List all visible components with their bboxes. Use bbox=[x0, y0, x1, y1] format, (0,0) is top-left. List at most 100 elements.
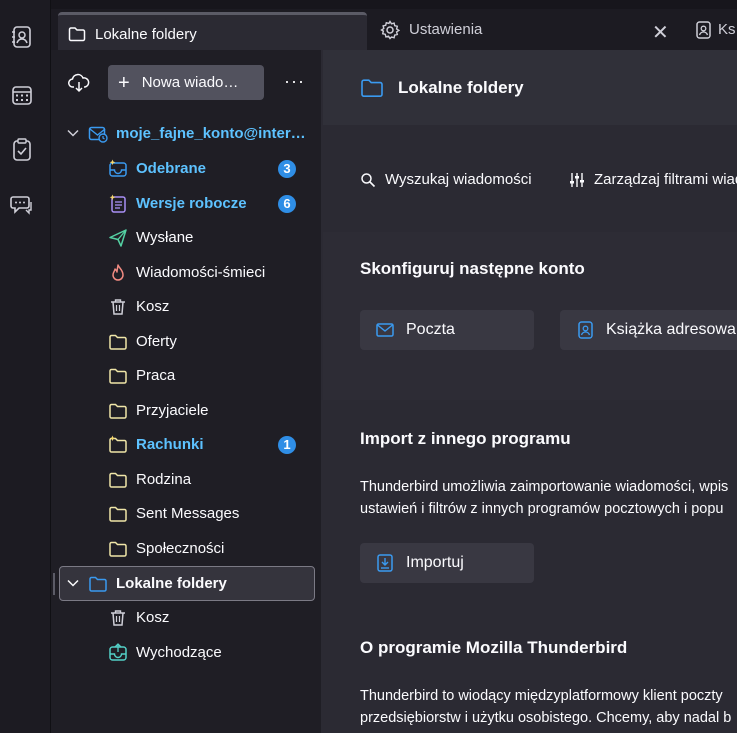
folder-label: Wiadomości-śmieci bbox=[136, 264, 266, 281]
gear-icon bbox=[380, 19, 400, 40]
search-icon bbox=[360, 172, 376, 188]
pane-scroll-indicator[interactable] bbox=[53, 573, 55, 595]
folder-icon bbox=[108, 435, 128, 455]
local-folder-trash[interactable]: Kosz bbox=[51, 601, 313, 634]
close-tab-icon[interactable]: ✕ bbox=[652, 23, 669, 43]
about-description-line1: Thunderbird to wiodący międzyplatformowy… bbox=[360, 688, 723, 704]
new-message-label: Nowa wiado… bbox=[141, 74, 239, 91]
address-book-icon bbox=[694, 20, 712, 40]
about-description-line2: przedsiębiorstw i użytku osobistego. Chc… bbox=[360, 710, 732, 726]
import-description-line2: ustawień i filtrów z innych programów po… bbox=[360, 501, 724, 517]
import-icon bbox=[376, 553, 394, 573]
account-central-header: Lokalne foldery bbox=[323, 50, 737, 125]
folder-icon bbox=[88, 574, 108, 594]
account-row[interactable]: moje_fajne_konto@inter… bbox=[51, 117, 313, 150]
account-central: Lokalne foldery Wyszukaj wiadomości Zarz… bbox=[323, 50, 737, 733]
tab-settings[interactable]: Ustawienia bbox=[380, 9, 482, 50]
folder-label: Przyjaciele bbox=[136, 402, 209, 419]
inbox-icon bbox=[108, 159, 128, 179]
import-description-line1: Thunderbird umożliwia zaimportowanie wia… bbox=[360, 479, 729, 495]
tab-local-folders[interactable]: Lokalne foldery bbox=[58, 12, 367, 53]
mail-icon bbox=[376, 322, 394, 338]
folder-drafts[interactable]: Wersje robocze 6 bbox=[51, 187, 313, 220]
chevron-down-icon[interactable] bbox=[66, 126, 80, 140]
import-label: Importuj bbox=[406, 554, 464, 571]
import-title: Import z innego programu bbox=[360, 429, 571, 448]
junk-icon bbox=[108, 263, 128, 283]
tasks-icon[interactable] bbox=[9, 137, 35, 163]
manage-filters-link[interactable]: Zarządzaj filtrami wiad bbox=[569, 171, 737, 188]
folder-label: Wychodzące bbox=[136, 644, 222, 661]
trash-icon bbox=[108, 608, 128, 628]
search-messages-label: Wyszukaj wiadomości bbox=[385, 171, 532, 188]
folder-label: Kosz bbox=[136, 298, 170, 315]
account-label: moje_fajne_konto@inter… bbox=[116, 125, 306, 142]
folder-label: Wysłane bbox=[136, 229, 194, 246]
folder-icon bbox=[108, 332, 128, 352]
setup-mail-button[interactable]: Poczta bbox=[360, 310, 534, 350]
spaces-toolbar bbox=[0, 0, 51, 733]
import-button[interactable]: Importuj bbox=[360, 543, 534, 583]
tab-label: Ks bbox=[718, 21, 736, 38]
folder-label: Społeczności bbox=[136, 540, 225, 557]
filter-icon bbox=[569, 172, 585, 188]
tab-label: Lokalne foldery bbox=[95, 25, 197, 43]
folder-label: Praca bbox=[136, 367, 176, 384]
new-message-button[interactable]: + Nowa wiado… bbox=[108, 65, 264, 100]
local-folders-row[interactable]: Lokalne foldery bbox=[59, 566, 315, 601]
folder-label: Kosz bbox=[136, 609, 170, 626]
setup-title: Skonfiguruj następne konto bbox=[360, 259, 585, 278]
folder-spolecznosci[interactable]: Społeczności bbox=[51, 532, 313, 565]
account-mail-icon bbox=[88, 124, 108, 144]
folder-label: Sent Messages bbox=[136, 505, 240, 522]
folder-junk[interactable]: Wiadomości-śmieci bbox=[51, 256, 313, 289]
folder-label: Wersje robocze bbox=[136, 195, 247, 212]
trash-icon bbox=[108, 297, 128, 317]
folder-label: Rodzina bbox=[136, 471, 192, 488]
folder-przyjaciele[interactable]: Przyjaciele bbox=[51, 394, 313, 427]
folder-label: Oferty bbox=[136, 333, 177, 350]
folder-rachunki[interactable]: Rachunki 1 bbox=[51, 428, 313, 461]
folder-rodzina[interactable]: Rodzina bbox=[51, 463, 313, 496]
about-title: O programie Mozilla Thunderbird bbox=[360, 638, 628, 657]
folder-icon bbox=[108, 539, 128, 559]
folder-label: Odebrane bbox=[136, 160, 207, 177]
calendar-icon[interactable] bbox=[9, 82, 35, 108]
folder-pane: + Nowa wiado… ··· moje_fajne_konto@inter… bbox=[51, 50, 321, 733]
local-folder-outbox[interactable]: Wychodzące bbox=[51, 636, 313, 669]
setup-addressbook-button[interactable]: Książka adresowa bbox=[560, 310, 737, 350]
drafts-icon bbox=[108, 194, 128, 214]
titlebar-strip bbox=[51, 0, 737, 9]
search-messages-link[interactable]: Wyszukaj wiadomości bbox=[360, 171, 532, 188]
folder-sent-messages[interactable]: Sent Messages bbox=[51, 497, 313, 530]
folder-icon bbox=[360, 78, 384, 98]
addressbook-label: Książka adresowa bbox=[606, 321, 736, 338]
folder-icon bbox=[68, 26, 86, 42]
unread-badge: 1 bbox=[278, 436, 296, 454]
outbox-icon bbox=[108, 643, 128, 663]
address-book-icon[interactable] bbox=[9, 24, 35, 50]
folder-trash[interactable]: Kosz bbox=[51, 290, 313, 323]
page-title: Lokalne foldery bbox=[398, 78, 524, 97]
plus-icon: + bbox=[118, 71, 130, 94]
manage-filters-label: Zarządzaj filtrami wiad bbox=[594, 171, 737, 188]
folder-icon bbox=[108, 366, 128, 386]
get-messages-icon[interactable] bbox=[68, 73, 90, 93]
folder-inbox[interactable]: Odebrane 3 bbox=[51, 152, 313, 185]
chat-icon[interactable] bbox=[9, 192, 35, 218]
tab-address-book[interactable]: Ks bbox=[694, 9, 736, 50]
folder-label: Rachunki bbox=[136, 436, 204, 453]
unread-badge: 6 bbox=[278, 195, 296, 213]
folder-oferty[interactable]: Oferty bbox=[51, 325, 313, 358]
sent-icon bbox=[108, 228, 128, 248]
folder-icon bbox=[108, 504, 128, 524]
folder-praca[interactable]: Praca bbox=[51, 359, 313, 392]
address-book-icon bbox=[576, 320, 594, 340]
folder-label: Lokalne foldery bbox=[116, 575, 227, 592]
tab-bar: Lokalne foldery Ustawienia ✕ Ks bbox=[51, 0, 737, 53]
folder-pane-header: + Nowa wiado… ··· bbox=[51, 50, 321, 114]
mail-label: Poczta bbox=[406, 321, 455, 338]
folder-sent[interactable]: Wysłane bbox=[51, 221, 313, 254]
chevron-down-icon[interactable] bbox=[66, 576, 80, 590]
more-options-button[interactable]: ··· bbox=[284, 71, 305, 92]
